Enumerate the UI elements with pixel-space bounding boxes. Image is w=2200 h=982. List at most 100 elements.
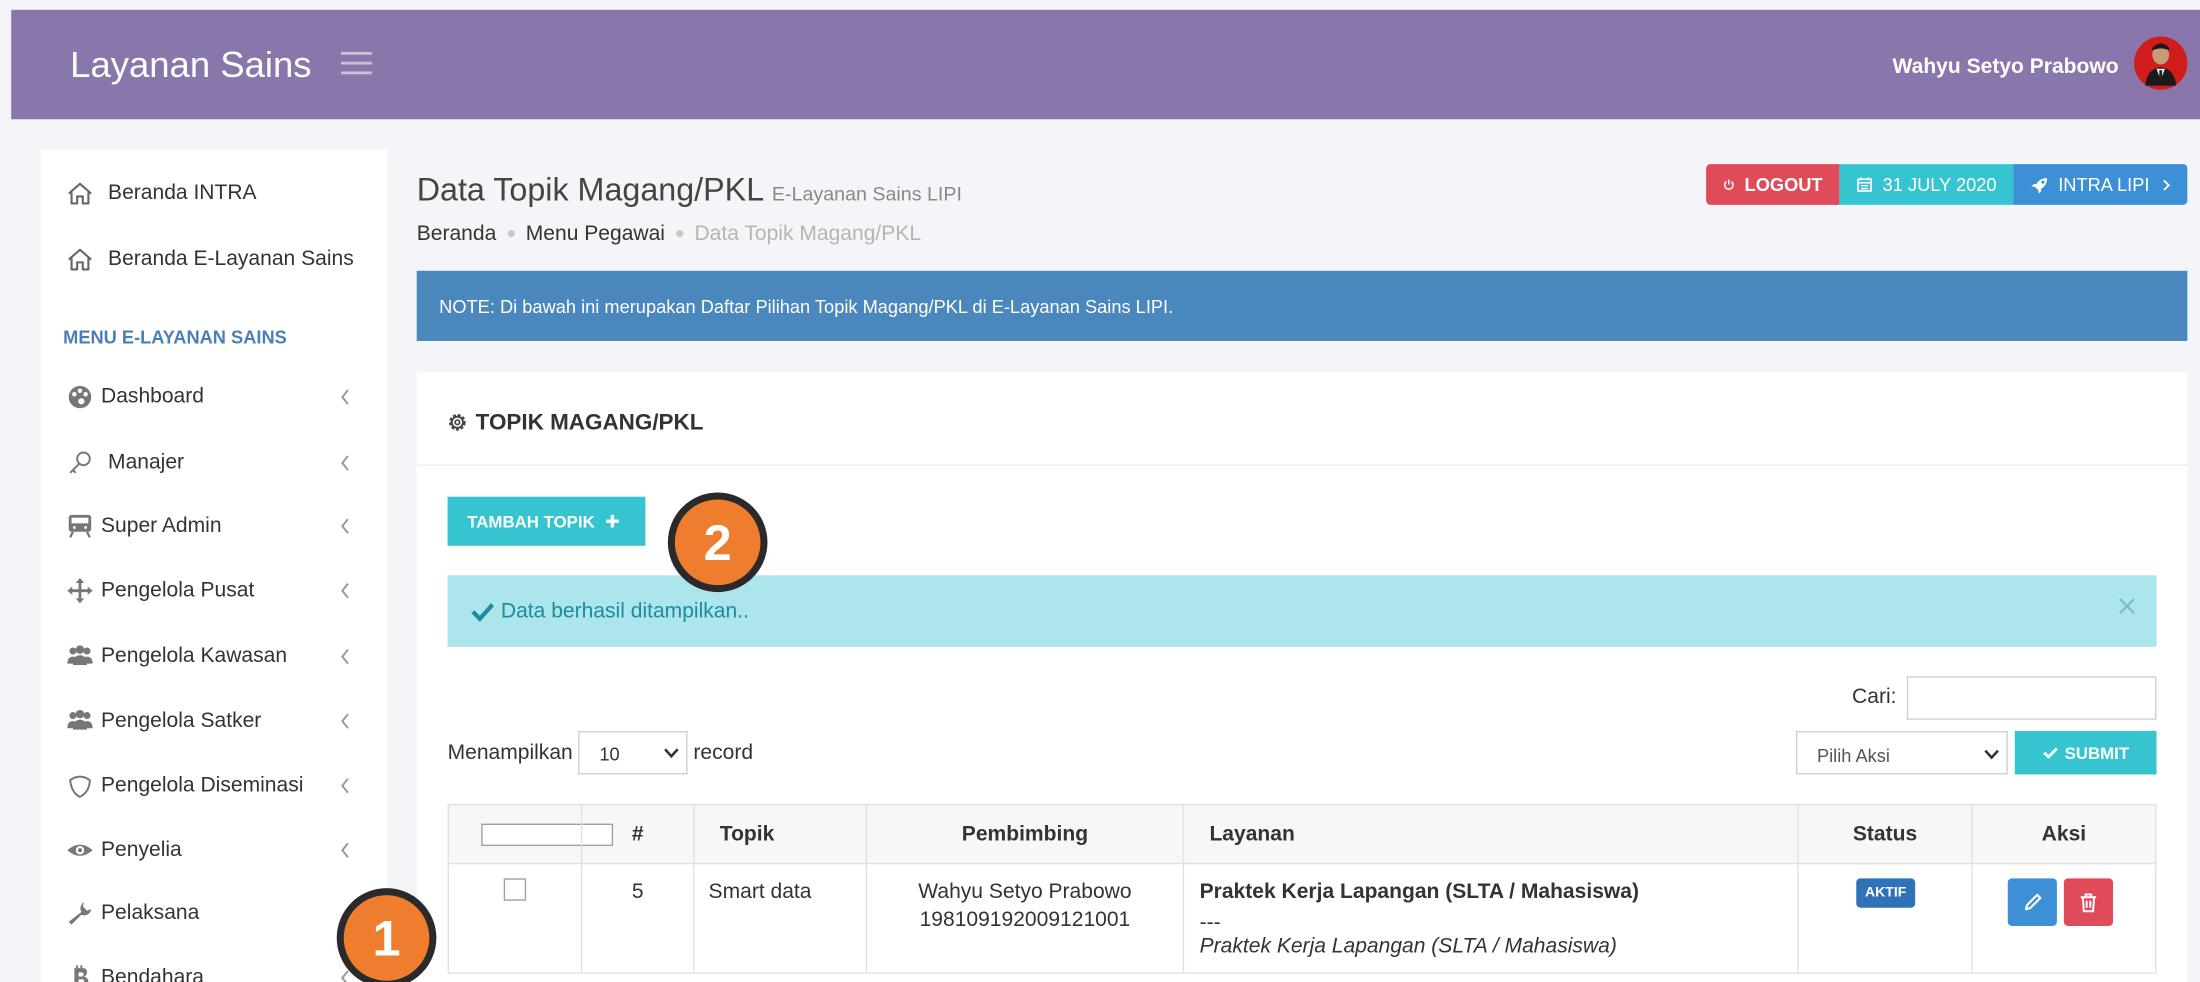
header-cell-service[interactable]: Layanan	[1182, 805, 1798, 863]
chevron-left-icon	[340, 713, 351, 730]
calendar-icon	[1857, 177, 1872, 192]
sidebar-item-penyelia[interactable]: Penyelia	[41, 825, 388, 876]
shield-icon	[66, 772, 94, 800]
header-cell-status[interactable]: Status	[1797, 805, 1971, 863]
topic-panel: TOPIK MAGANG/PKL TAMBAH TOPIK Data berha…	[416, 371, 2188, 982]
column-header-label: #	[631, 822, 644, 847]
action-select[interactable]: Pilih Aksi	[1795, 730, 2008, 775]
sidebar-item-beranda-layanan[interactable]: Beranda E-Layanan Sains	[41, 234, 388, 285]
date-button[interactable]: 31 JULY 2020	[1839, 164, 2014, 205]
sidebar-item-bendahara[interactable]: Bendahara	[41, 953, 388, 982]
sidebar-item-dashboard[interactable]: Dashboard	[41, 372, 388, 423]
status-badge: AKTIF	[1856, 878, 1916, 908]
sidebar-item-label: Pelaksana	[101, 900, 200, 925]
intra-lipi-label: INTRA LIPI	[2058, 173, 2150, 196]
search-input[interactable]	[1906, 676, 2157, 720]
search-label: Cari:	[1852, 684, 1897, 709]
check-icon	[2042, 747, 2058, 759]
sidebar-item-pelaksana[interactable]: Pelaksana	[41, 888, 388, 939]
sidebar-item-label: Manajer	[108, 450, 185, 475]
submit-button[interactable]: SUBMIT	[2014, 730, 2157, 775]
app-root: Layanan Sains Wahyu Setyo Prabowo Berand…	[0, 0, 2200, 982]
trash-icon	[2080, 892, 2097, 912]
row-topic: Smart data	[708, 879, 812, 904]
page-title-text: Data Topik Magang/PKL	[416, 171, 763, 208]
table-header-row: # Topik Pembimbing Layanan Status Aksi	[447, 803, 2157, 865]
column-header-label: Status	[1852, 822, 1918, 847]
add-topic-label: TAMBAH TOPIK	[467, 511, 595, 532]
sidebar-item-label: Bendahara	[101, 965, 205, 982]
page-canvas: Layanan Sains Wahyu Setyo Prabowo Berand…	[0, 0, 2200, 982]
chevron-left-icon	[340, 582, 351, 599]
submit-label: SUBMIT	[2064, 742, 2130, 763]
row-cell-service: Praktek Kerja Lapangan (SLTA / Mahasiswa…	[1182, 864, 1798, 973]
plus-icon	[605, 514, 619, 528]
server-icon	[66, 512, 94, 540]
row-checkbox[interactable]	[503, 878, 527, 901]
page-length-select[interactable]: 10	[578, 730, 688, 775]
sidebar-item-label: Pengelola Pusat	[101, 578, 255, 602]
sidebar-item-beranda-intra[interactable]: Beranda INTRA	[41, 168, 388, 219]
top-navbar: Layanan Sains Wahyu Setyo Prabowo	[11, 9, 2200, 120]
header-cell-topic[interactable]: Topik	[693, 805, 866, 863]
supervisor-name: Wahyu Setyo Prabowo	[918, 879, 1132, 904]
chevron-left-icon	[340, 648, 351, 665]
home-icon	[66, 180, 94, 208]
edit-button[interactable]	[2007, 878, 2057, 927]
sidebar-item-pengelola-satker[interactable]: Pengelola Satker	[41, 696, 388, 747]
add-topic-button[interactable]: TAMBAH TOPIK	[447, 496, 646, 546]
header-cell-supervisor[interactable]: Pembimbing	[865, 805, 1183, 863]
supervisor-id: 198109192009121001	[919, 907, 1131, 932]
panel-title: TOPIK MAGANG/PKL	[475, 411, 704, 435]
breadcrumb-separator	[676, 230, 684, 238]
service-separator: ---	[1199, 910, 1221, 935]
page-length-control: Menampilkan 10 record	[448, 730, 753, 775]
row-cell-topic: Smart data	[693, 864, 866, 973]
logout-button[interactable]: LOGOUT	[1706, 164, 1840, 205]
arrows-icon	[66, 577, 94, 605]
breadcrumb-item-beranda[interactable]: Beranda	[417, 222, 497, 246]
action-select-value: Pilih Aksi	[1816, 745, 1890, 767]
breadcrumb-item-menu-pegawai[interactable]: Menu Pegawai	[526, 222, 665, 246]
sidebar-item-label: Beranda INTRA	[108, 180, 257, 205]
avatar[interactable]	[2133, 35, 2189, 91]
step-marker-2: 2	[667, 492, 768, 593]
chevron-down-icon	[1984, 748, 1999, 761]
users-icon	[66, 643, 94, 671]
page-length-value: 10	[599, 743, 620, 765]
sidebar-item-pengelola-kawasan[interactable]: Pengelola Kawasan	[41, 631, 388, 682]
delete-button[interactable]	[2063, 878, 2114, 927]
sidebar-item-super-admin[interactable]: Super Admin	[41, 501, 388, 552]
pencil-icon	[2024, 893, 2041, 911]
menu-toggle-icon[interactable]	[340, 51, 372, 75]
user-name[interactable]: Wahyu Setyo Prabowo	[1893, 55, 2119, 79]
key-icon	[66, 449, 94, 477]
page-subtitle: E-Layanan Sains LIPI	[771, 182, 962, 205]
info-note: NOTE: Di bawah ini merupakan Daftar Pili…	[416, 270, 2188, 341]
gear-icon	[446, 411, 468, 433]
brand-logo-text[interactable]: Layanan Sains	[70, 43, 311, 86]
sidebar-item-label: Beranda E-Layanan Sains	[108, 246, 354, 271]
header-cell-number[interactable]: #	[580, 805, 693, 863]
bitcoin-icon	[66, 964, 94, 982]
chevron-left-icon	[340, 389, 351, 406]
row-cell-actions	[1971, 864, 2157, 973]
sidebar-item-label: Pengelola Satker	[101, 708, 262, 733]
header-button-group: LOGOUT 31 JULY 2020 INTRA LIPI	[1706, 164, 2188, 205]
sidebar-item-label: Super Admin	[101, 513, 222, 538]
row-cell-status: AKTIF	[1797, 864, 1971, 973]
sidebar-item-manajer[interactable]: Manajer	[41, 438, 388, 489]
sidebar-item-pengelola-diseminasi[interactable]: Pengelola Diseminasi	[41, 760, 388, 811]
rocket-icon	[2031, 177, 2048, 193]
chevron-left-icon	[340, 455, 351, 472]
column-header-label: Aksi	[2041, 822, 2087, 847]
sidebar-item-pengelola-pusat[interactable]: Pengelola Pusat	[41, 565, 388, 616]
intra-lipi-button[interactable]: INTRA LIPI	[2013, 164, 2188, 205]
row-cell-select	[447, 864, 581, 973]
row-cell-number: 5	[580, 864, 693, 973]
column-header-label: Layanan	[1209, 822, 1295, 847]
eye-icon	[66, 836, 94, 864]
chevron-down-icon	[664, 746, 679, 759]
sidebar-item-label: Penyelia	[101, 837, 182, 862]
close-icon[interactable]	[2119, 598, 2136, 615]
